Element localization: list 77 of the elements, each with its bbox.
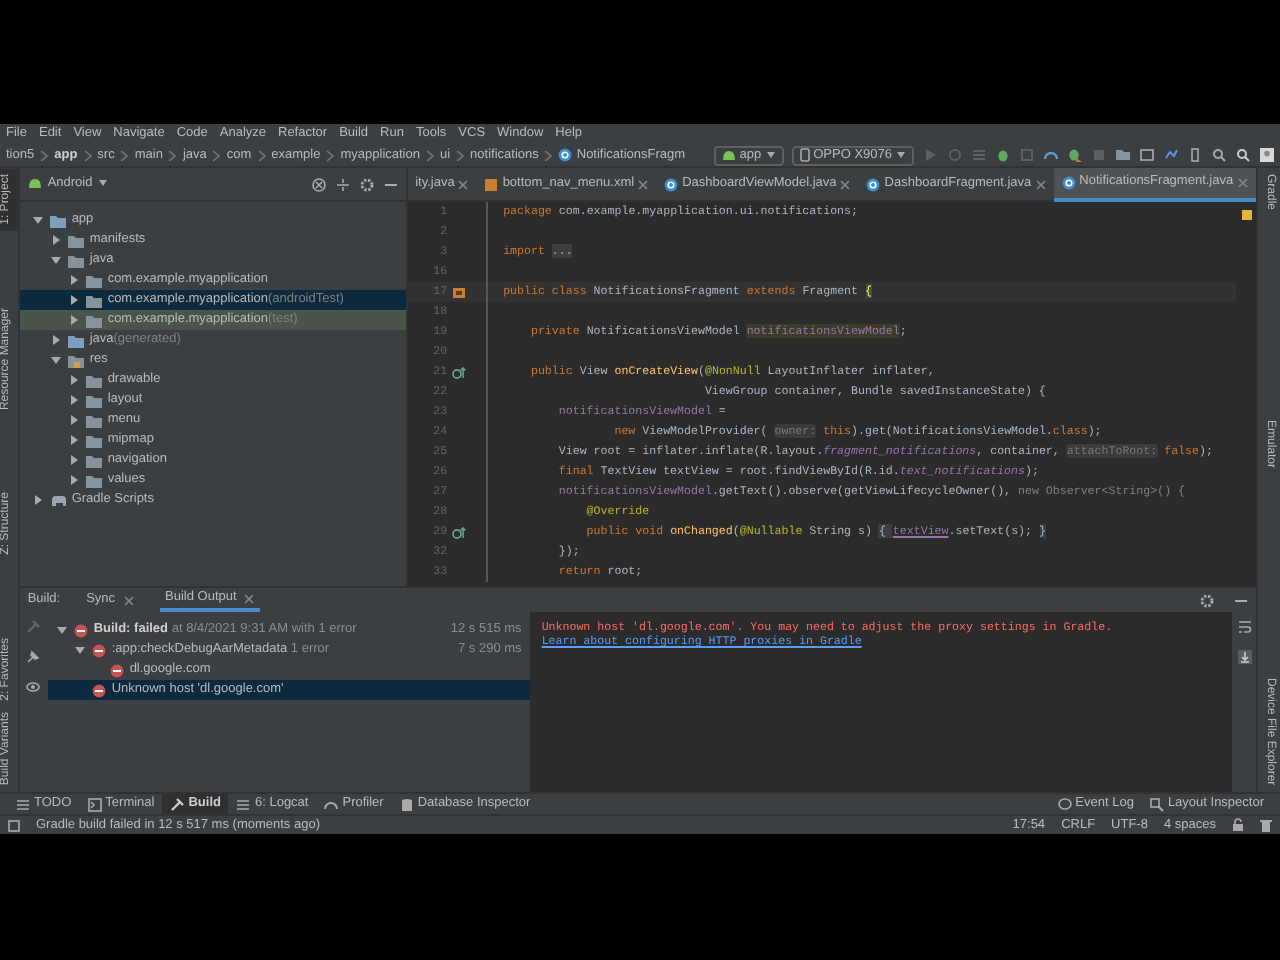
hammer-icon [170, 797, 185, 811]
error-icon [109, 663, 124, 677]
settings-icon[interactable] [359, 177, 374, 191]
android-icon [27, 178, 42, 189]
override-marker-icon[interactable] [451, 365, 466, 379]
folder-icon [67, 353, 84, 367]
collapsed-arrow-icon[interactable] [31, 494, 44, 506]
collapsed-arrow-icon[interactable] [67, 314, 80, 326]
magnifier-icon[interactable] [1212, 148, 1226, 162]
close-icon[interactable] [840, 179, 851, 189]
collapsed-arrow-icon[interactable] [67, 414, 80, 426]
scroll-end-icon[interactable] [1237, 650, 1252, 664]
collapsed-arrow-icon[interactable] [67, 374, 80, 386]
search-icon[interactable] [1236, 148, 1250, 162]
override-marker-icon[interactable] [451, 525, 466, 539]
terminal-icon [87, 797, 102, 811]
folder-icon[interactable] [1116, 148, 1130, 162]
class-icon [664, 177, 679, 191]
expanded-arrow-icon[interactable] [55, 624, 68, 636]
window-icon[interactable] [1140, 148, 1154, 162]
caret-icon [765, 150, 776, 160]
expanded-arrow-icon[interactable] [31, 214, 44, 226]
list-icon [236, 797, 251, 811]
error-icon [73, 623, 88, 637]
close-icon[interactable] [458, 179, 469, 189]
target-icon[interactable] [311, 177, 326, 191]
magnifier-icon [1149, 797, 1164, 811]
gauge-icon[interactable] [1044, 148, 1058, 162]
chevron-icon [425, 149, 434, 161]
phone-icon [799, 148, 810, 162]
chevron-icon [168, 149, 177, 161]
chevron-icon [456, 149, 465, 161]
account-icon[interactable] [1260, 148, 1274, 162]
error-icon [91, 683, 106, 697]
close-icon[interactable] [244, 593, 255, 603]
settings-icon[interactable] [1200, 593, 1215, 607]
gauge-icon [324, 797, 339, 811]
chevron-icon [83, 149, 92, 161]
close-icon[interactable] [638, 179, 649, 189]
collapsed-arrow-icon[interactable] [67, 394, 80, 406]
expanded-arrow-icon[interactable] [49, 254, 62, 266]
collapsed-arrow-icon[interactable] [67, 274, 80, 286]
warning-marker-icon [1241, 210, 1252, 220]
chevron-icon [120, 149, 129, 161]
chevron-icon [326, 149, 335, 161]
caret-icon [98, 178, 109, 189]
pin-icon[interactable] [26, 650, 41, 664]
expanded-arrow-icon[interactable] [49, 354, 62, 366]
chevron-icon [257, 149, 266, 161]
class-marker-icon[interactable] [451, 285, 466, 299]
lock-icon[interactable] [1232, 818, 1244, 832]
collapsed-arrow-icon[interactable] [49, 234, 62, 246]
class-icon [558, 148, 573, 162]
chevron-icon [40, 149, 49, 161]
class-icon [866, 177, 881, 191]
collapsed-arrow-icon[interactable] [67, 434, 80, 446]
android-icon [721, 150, 736, 160]
collapsed-arrow-icon[interactable] [67, 294, 80, 306]
expanded-arrow-icon[interactable] [73, 644, 86, 656]
error-icon [91, 643, 106, 657]
caret-icon [896, 150, 906, 160]
list-icon [16, 797, 30, 811]
file-icon [484, 177, 499, 191]
wrap-icon[interactable] [1237, 620, 1252, 634]
close-icon[interactable] [1035, 179, 1046, 189]
collapsed-arrow-icon[interactable] [49, 334, 62, 346]
phone-icon[interactable] [1188, 148, 1202, 162]
collapsed-arrow-icon[interactable] [67, 474, 80, 486]
chevron-icon [212, 149, 221, 161]
chevron-icon [544, 149, 553, 161]
class-icon [1061, 175, 1076, 189]
close-icon[interactable] [123, 595, 134, 605]
collapsed-arrow-icon[interactable] [67, 454, 80, 466]
database-icon [399, 797, 414, 811]
trash-icon[interactable] [1260, 818, 1272, 832]
eye-icon[interactable] [26, 680, 41, 694]
square-icon[interactable] [8, 819, 20, 831]
